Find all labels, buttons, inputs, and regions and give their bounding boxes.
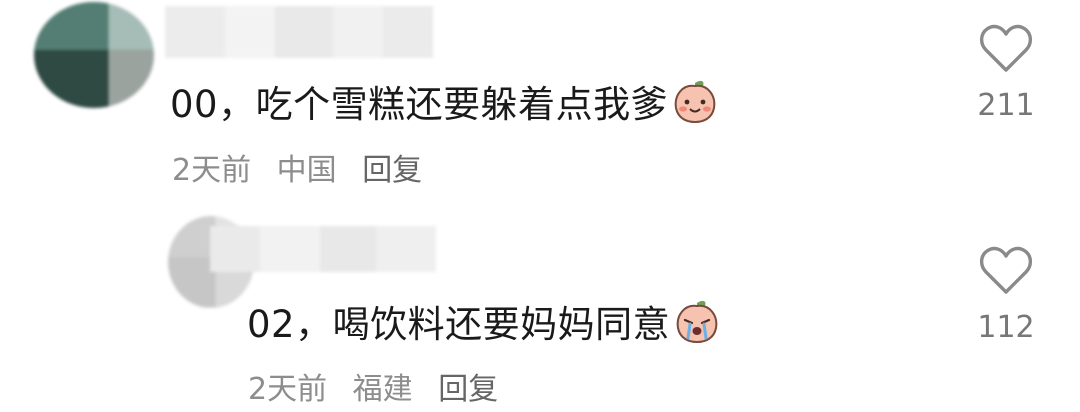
comment-time: 2天前 [248, 372, 328, 407]
comment-content: 00，吃个雪糕还要躲着点我爹 [170, 83, 669, 126]
comment-meta: 2天前 中国 回复 [172, 145, 438, 189]
reply-button[interactable]: 回复 [438, 372, 498, 407]
heart-outline-icon[interactable] [978, 246, 1034, 296]
comment-text: 00，吃个雪糕还要躲着点我爹 [170, 76, 718, 126]
comment-location: 中国 [276, 153, 337, 188]
like-count: 211 [977, 88, 1035, 123]
comment-time: 2天前 [172, 153, 252, 188]
comment-text: 02，喝饮料还要妈妈同意 [247, 296, 720, 346]
like-count: 112 [977, 310, 1035, 345]
avatar[interactable] [34, 2, 154, 108]
comment-location: 福建 [352, 372, 413, 407]
comment-content: 02，喝饮料还要妈妈同意 [247, 303, 671, 346]
comment-meta: 2天前 福建 回复 [248, 364, 514, 408]
comment-list: 00，吃个雪糕还要躲着点我爹 2天前 中国 回复 211 02，喝饮料还要妈妈同… [0, 0, 1080, 412]
blushing-peach-emoji [674, 80, 716, 124]
crying-peach-emoji [676, 300, 718, 344]
username-redacted[interactable] [165, 6, 433, 58]
reply-button[interactable]: 回复 [362, 153, 422, 188]
username-redacted[interactable] [210, 226, 436, 272]
heart-outline-icon[interactable] [978, 24, 1034, 74]
